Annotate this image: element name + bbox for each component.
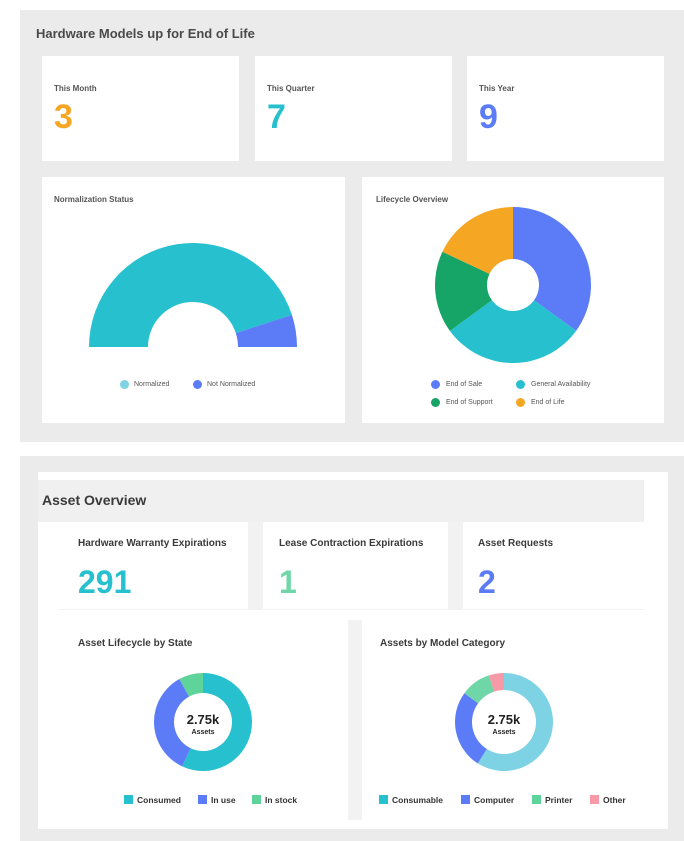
legend-normalized-label: Normalized [134,381,170,388]
lease-card[interactable]: Lease Contraction Expirations 1 [263,522,448,609]
asset-lifecycle-center-value: 2.75k [187,712,220,727]
asset-lifecycle-card: Asset Lifecycle by State 2.75k Assets Co… [58,620,348,820]
legend-computer-square [461,795,470,804]
legend-other-square [590,795,599,804]
requests-value: 2 [478,564,496,600]
model-category-donut-chart: 2.75k Assets [455,673,553,771]
this-quarter-card[interactable]: This Quarter 7 [255,56,452,161]
requests-card[interactable]: Asset Requests 2 [463,522,644,609]
model-category-center-value: 2.75k [488,712,521,727]
legend-not-normalized-dot [193,380,202,389]
legend-end-of-support-label: End of Support [446,399,493,406]
legend-other-label: Other [603,795,626,805]
eol-section-title: Hardware Models up for End of Life [36,26,255,41]
model-category-center-label: Assets [493,729,516,736]
model-category-card: Assets by Model Category 2.75k Assets Co… [362,620,644,820]
normalization-card: Normalization Status Normalized Not Norm… [42,177,345,423]
legend-end-of-support-dot [431,398,440,407]
this-month-value: 3 [54,98,73,136]
legend-in-stock-square [252,795,261,804]
legend-in-use-square [198,795,207,804]
lease-value: 1 [279,564,297,600]
this-quarter-value: 7 [267,98,286,136]
legend-general-availability-dot [516,380,525,389]
warranty-label: Hardware Warranty Expirations [78,538,227,549]
requests-label: Asset Requests [478,538,554,549]
asset-lifecycle-slice-in-use[interactable] [154,679,191,767]
legend-printer-label: Printer [545,795,573,805]
legend-end-of-life-dot [516,398,525,407]
legend-normalized-dot [120,380,129,389]
legend-end-of-sale-label: End of Sale [446,381,483,388]
legend-not-normalized-label: Not Normalized [207,381,256,388]
legend-end-of-sale-dot [431,380,440,389]
this-month-card[interactable]: This Month 3 [42,56,239,161]
asset-overview-title: Asset Overview [42,492,147,508]
legend-in-use-label: In use [211,795,236,805]
warranty-value: 291 [78,564,132,600]
warranty-card[interactable]: Hardware Warranty Expirations 291 [58,522,248,609]
legend-computer-label: Computer [474,795,515,805]
legend-general-availability-label: General Availability [531,381,591,388]
legend-consumed-square [124,795,133,804]
legend-consumable-label: Consumable [392,795,444,805]
legend-in-stock-label: In stock [265,795,298,805]
chart-band [348,620,362,820]
lease-label: Lease Contraction Expirations [279,538,424,549]
lifecycle-donut-chart [435,207,591,363]
this-month-label: This Month [54,84,97,93]
asset-lifecycle-donut-chart: 2.75k Assets [154,673,253,771]
asset-lifecycle-center-label: Assets [192,729,215,736]
model-category-slice-computer[interactable] [455,693,487,764]
this-year-card[interactable]: This Year 9 [467,56,664,161]
this-year-label: This Year [479,84,515,93]
legend-end-of-life-label: End of Life [531,399,565,406]
legend-consumed-label: Consumed [137,795,181,805]
legend-printer-square [532,795,541,804]
lifecycle-card: Lifecycle Overview End of Sale General A… [362,177,664,423]
this-year-value: 9 [479,98,498,136]
legend-consumable-square [379,795,388,804]
this-quarter-label: This Quarter [267,84,315,93]
